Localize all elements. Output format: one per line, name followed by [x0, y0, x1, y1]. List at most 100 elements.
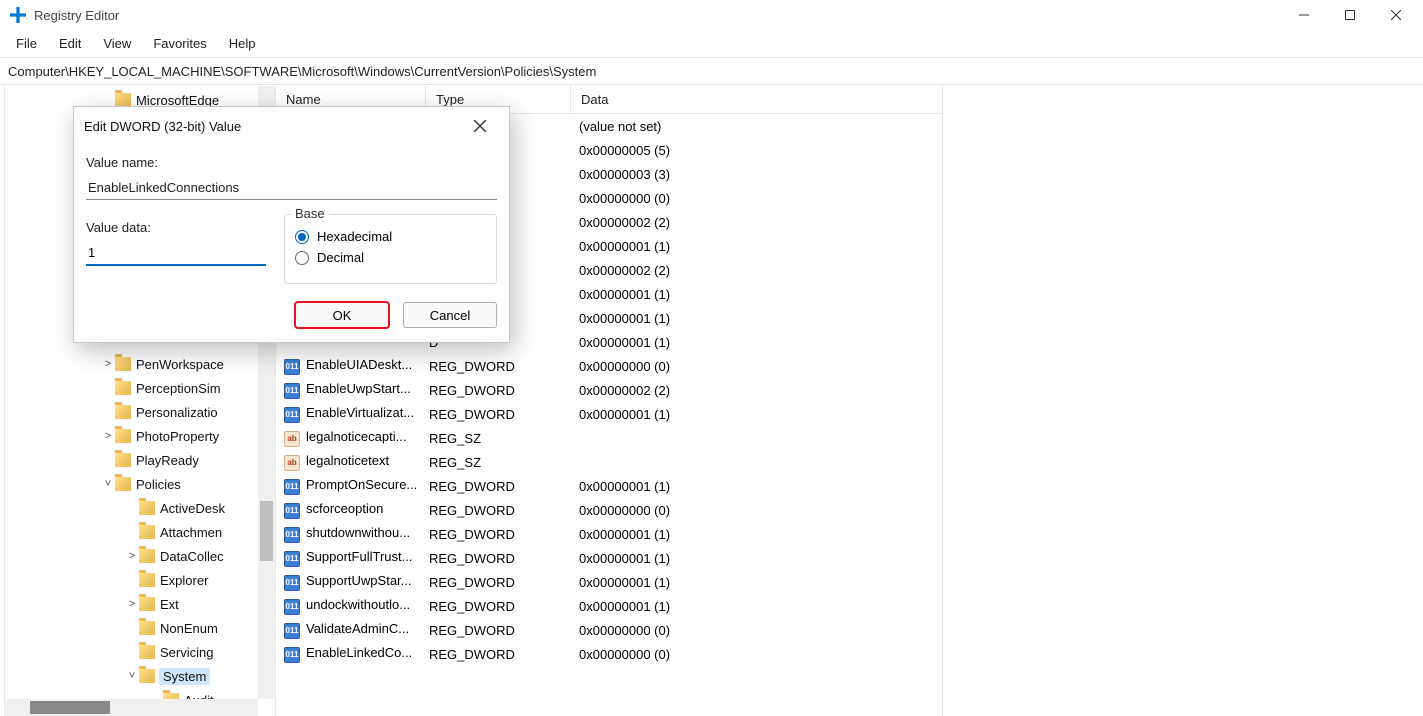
list-row[interactable]: 011SupportUwpStar...REG_DWORD0x00000001 … — [276, 570, 942, 594]
cell-name: 011scforceoption — [284, 501, 429, 519]
dword-icon: 011 — [284, 407, 300, 423]
cell-data: (value not set) — [574, 119, 942, 134]
folder-icon — [139, 573, 155, 587]
cell-data: 0x00000001 (1) — [574, 599, 942, 614]
chevron-down-icon[interactable]: ˅ — [125, 670, 139, 682]
menu-favorites[interactable]: Favorites — [143, 32, 216, 55]
cell-name: 011shutdownwithou... — [284, 525, 429, 543]
cancel-button[interactable]: Cancel — [403, 302, 497, 328]
tree-item[interactable]: NonEnum — [5, 616, 258, 640]
cell-data: 0x00000001 (1) — [574, 575, 942, 590]
tree-item-label: Ext — [159, 597, 179, 612]
cell-name: 011EnableUIADeskt... — [284, 357, 429, 375]
list-row[interactable]: 011EnableUIADeskt...REG_DWORD0x00000000 … — [276, 354, 942, 378]
tree-item[interactable]: PlayReady — [5, 448, 258, 472]
tree-item[interactable]: > PhotoProperty — [5, 424, 258, 448]
edit-dword-dialog: Edit DWORD (32-bit) Value Value name: Va… — [73, 106, 510, 343]
tree-item-label: Explorer — [159, 573, 208, 588]
tree-item-label: Policies — [135, 477, 181, 492]
list-row[interactable]: 011EnableVirtualizat...REG_DWORD0x000000… — [276, 402, 942, 426]
tree-item[interactable]: Personalizatio — [5, 400, 258, 424]
list-row[interactable]: 011shutdownwithou...REG_DWORD0x00000001 … — [276, 522, 942, 546]
menu-edit[interactable]: Edit — [49, 32, 91, 55]
cell-type: REG_SZ — [429, 431, 574, 446]
cell-data: 0x00000001 (1) — [574, 551, 942, 566]
list-row[interactable]: ablegalnoticecapti...REG_SZ — [276, 426, 942, 450]
tree-item-label: ActiveDesk — [159, 501, 225, 516]
chevron-down-icon[interactable]: ˅ — [101, 478, 115, 490]
cell-data: 0x00000005 (5) — [574, 143, 942, 158]
list-row[interactable]: 011EnableUwpStart...REG_DWORD0x00000002 … — [276, 378, 942, 402]
cell-name: 011ValidateAdminC... — [284, 621, 429, 639]
radio-decimal[interactable] — [295, 251, 309, 265]
folder-icon — [115, 405, 131, 419]
menu-file[interactable]: File — [6, 32, 47, 55]
tree-hscrollbar-thumb[interactable] — [30, 701, 110, 714]
tree-item[interactable]: PerceptionSim — [5, 376, 258, 400]
radio-hexadecimal[interactable] — [295, 230, 309, 244]
cell-data: 0x00000000 (0) — [574, 503, 942, 518]
radio-row-hex[interactable]: Hexadecimal — [295, 229, 486, 244]
folder-icon — [115, 429, 131, 443]
ok-button[interactable]: OK — [295, 302, 389, 328]
radio-row-dec[interactable]: Decimal — [295, 250, 486, 265]
cell-name: 011SupportUwpStar... — [284, 573, 429, 591]
tree-item[interactable]: Servicing — [5, 640, 258, 664]
value-name-input[interactable] — [86, 176, 497, 200]
folder-icon — [115, 381, 131, 395]
tree-item[interactable]: >DataCollec — [5, 544, 258, 568]
value-name-label: Value name: — [86, 155, 497, 170]
folder-icon — [139, 645, 155, 659]
list-row[interactable]: 011ValidateAdminC...REG_DWORD0x00000000 … — [276, 618, 942, 642]
chevron-right-icon[interactable]: > — [101, 430, 115, 442]
list-row[interactable]: 011scforceoptionREG_DWORD0x00000000 (0) — [276, 498, 942, 522]
maximize-button[interactable] — [1327, 0, 1373, 30]
tree-item[interactable]: Explorer — [5, 568, 258, 592]
cell-type: REG_DWORD — [429, 527, 574, 542]
cell-data: 0x00000000 (0) — [574, 623, 942, 638]
dword-icon: 011 — [284, 527, 300, 543]
tree-hscrollbar[interactable] — [5, 699, 258, 716]
minimize-button[interactable] — [1281, 0, 1327, 30]
cell-name: 011undockwithoutlo... — [284, 597, 429, 615]
radio-dec-label: Decimal — [317, 250, 364, 265]
dword-icon: 011 — [284, 503, 300, 519]
tree-item[interactable]: ˅System — [5, 664, 258, 688]
tree-item-label: PenWorkspace — [135, 357, 224, 372]
address-bar[interactable]: Computer\HKEY_LOCAL_MACHINE\SOFTWARE\Mic… — [0, 58, 1423, 85]
cell-name: 011PromptOnSecure... — [284, 477, 429, 495]
value-data-label: Value data: — [86, 220, 266, 235]
tree-item-label: NonEnum — [159, 621, 218, 636]
cell-type: REG_DWORD — [429, 551, 574, 566]
tree-item[interactable]: > PenWorkspace — [5, 352, 258, 376]
tree-item-label: Attachmen — [159, 525, 222, 540]
dword-icon: 011 — [284, 551, 300, 567]
cell-data: 0x00000001 (1) — [574, 527, 942, 542]
list-row[interactable]: ablegalnoticetextREG_SZ — [276, 450, 942, 474]
list-row[interactable]: 011undockwithoutlo...REG_DWORD0x00000001… — [276, 594, 942, 618]
tree-vscrollbar-thumb[interactable] — [260, 501, 273, 561]
cell-name: ablegalnoticecapti... — [284, 429, 429, 447]
col-header-data[interactable]: Data — [571, 86, 942, 113]
tree-item-label: PhotoProperty — [135, 429, 219, 444]
cell-type: REG_DWORD — [429, 503, 574, 518]
chevron-right-icon[interactable]: > — [125, 550, 139, 562]
chevron-right-icon[interactable]: > — [125, 598, 139, 610]
dialog-close-button[interactable] — [461, 111, 499, 141]
list-row[interactable]: 011PromptOnSecure...REG_DWORD0x00000001 … — [276, 474, 942, 498]
list-row[interactable]: 011EnableLinkedCo...REG_DWORD0x00000000 … — [276, 642, 942, 666]
menu-help[interactable]: Help — [219, 32, 266, 55]
cell-type: REG_DWORD — [429, 359, 574, 374]
tree-item[interactable]: ActiveDesk — [5, 496, 258, 520]
folder-icon — [139, 525, 155, 539]
tree-item-label: PerceptionSim — [135, 381, 221, 396]
base-legend: Base — [291, 206, 329, 221]
tree-item[interactable]: > Ext — [5, 592, 258, 616]
chevron-right-icon[interactable]: > — [101, 358, 115, 370]
tree-item[interactable]: Attachmen — [5, 520, 258, 544]
menu-view[interactable]: View — [93, 32, 141, 55]
tree-item[interactable]: ˅ Policies — [5, 472, 258, 496]
value-data-input[interactable] — [86, 241, 266, 266]
list-row[interactable]: 011SupportFullTrust...REG_DWORD0x0000000… — [276, 546, 942, 570]
close-button[interactable] — [1373, 0, 1419, 30]
